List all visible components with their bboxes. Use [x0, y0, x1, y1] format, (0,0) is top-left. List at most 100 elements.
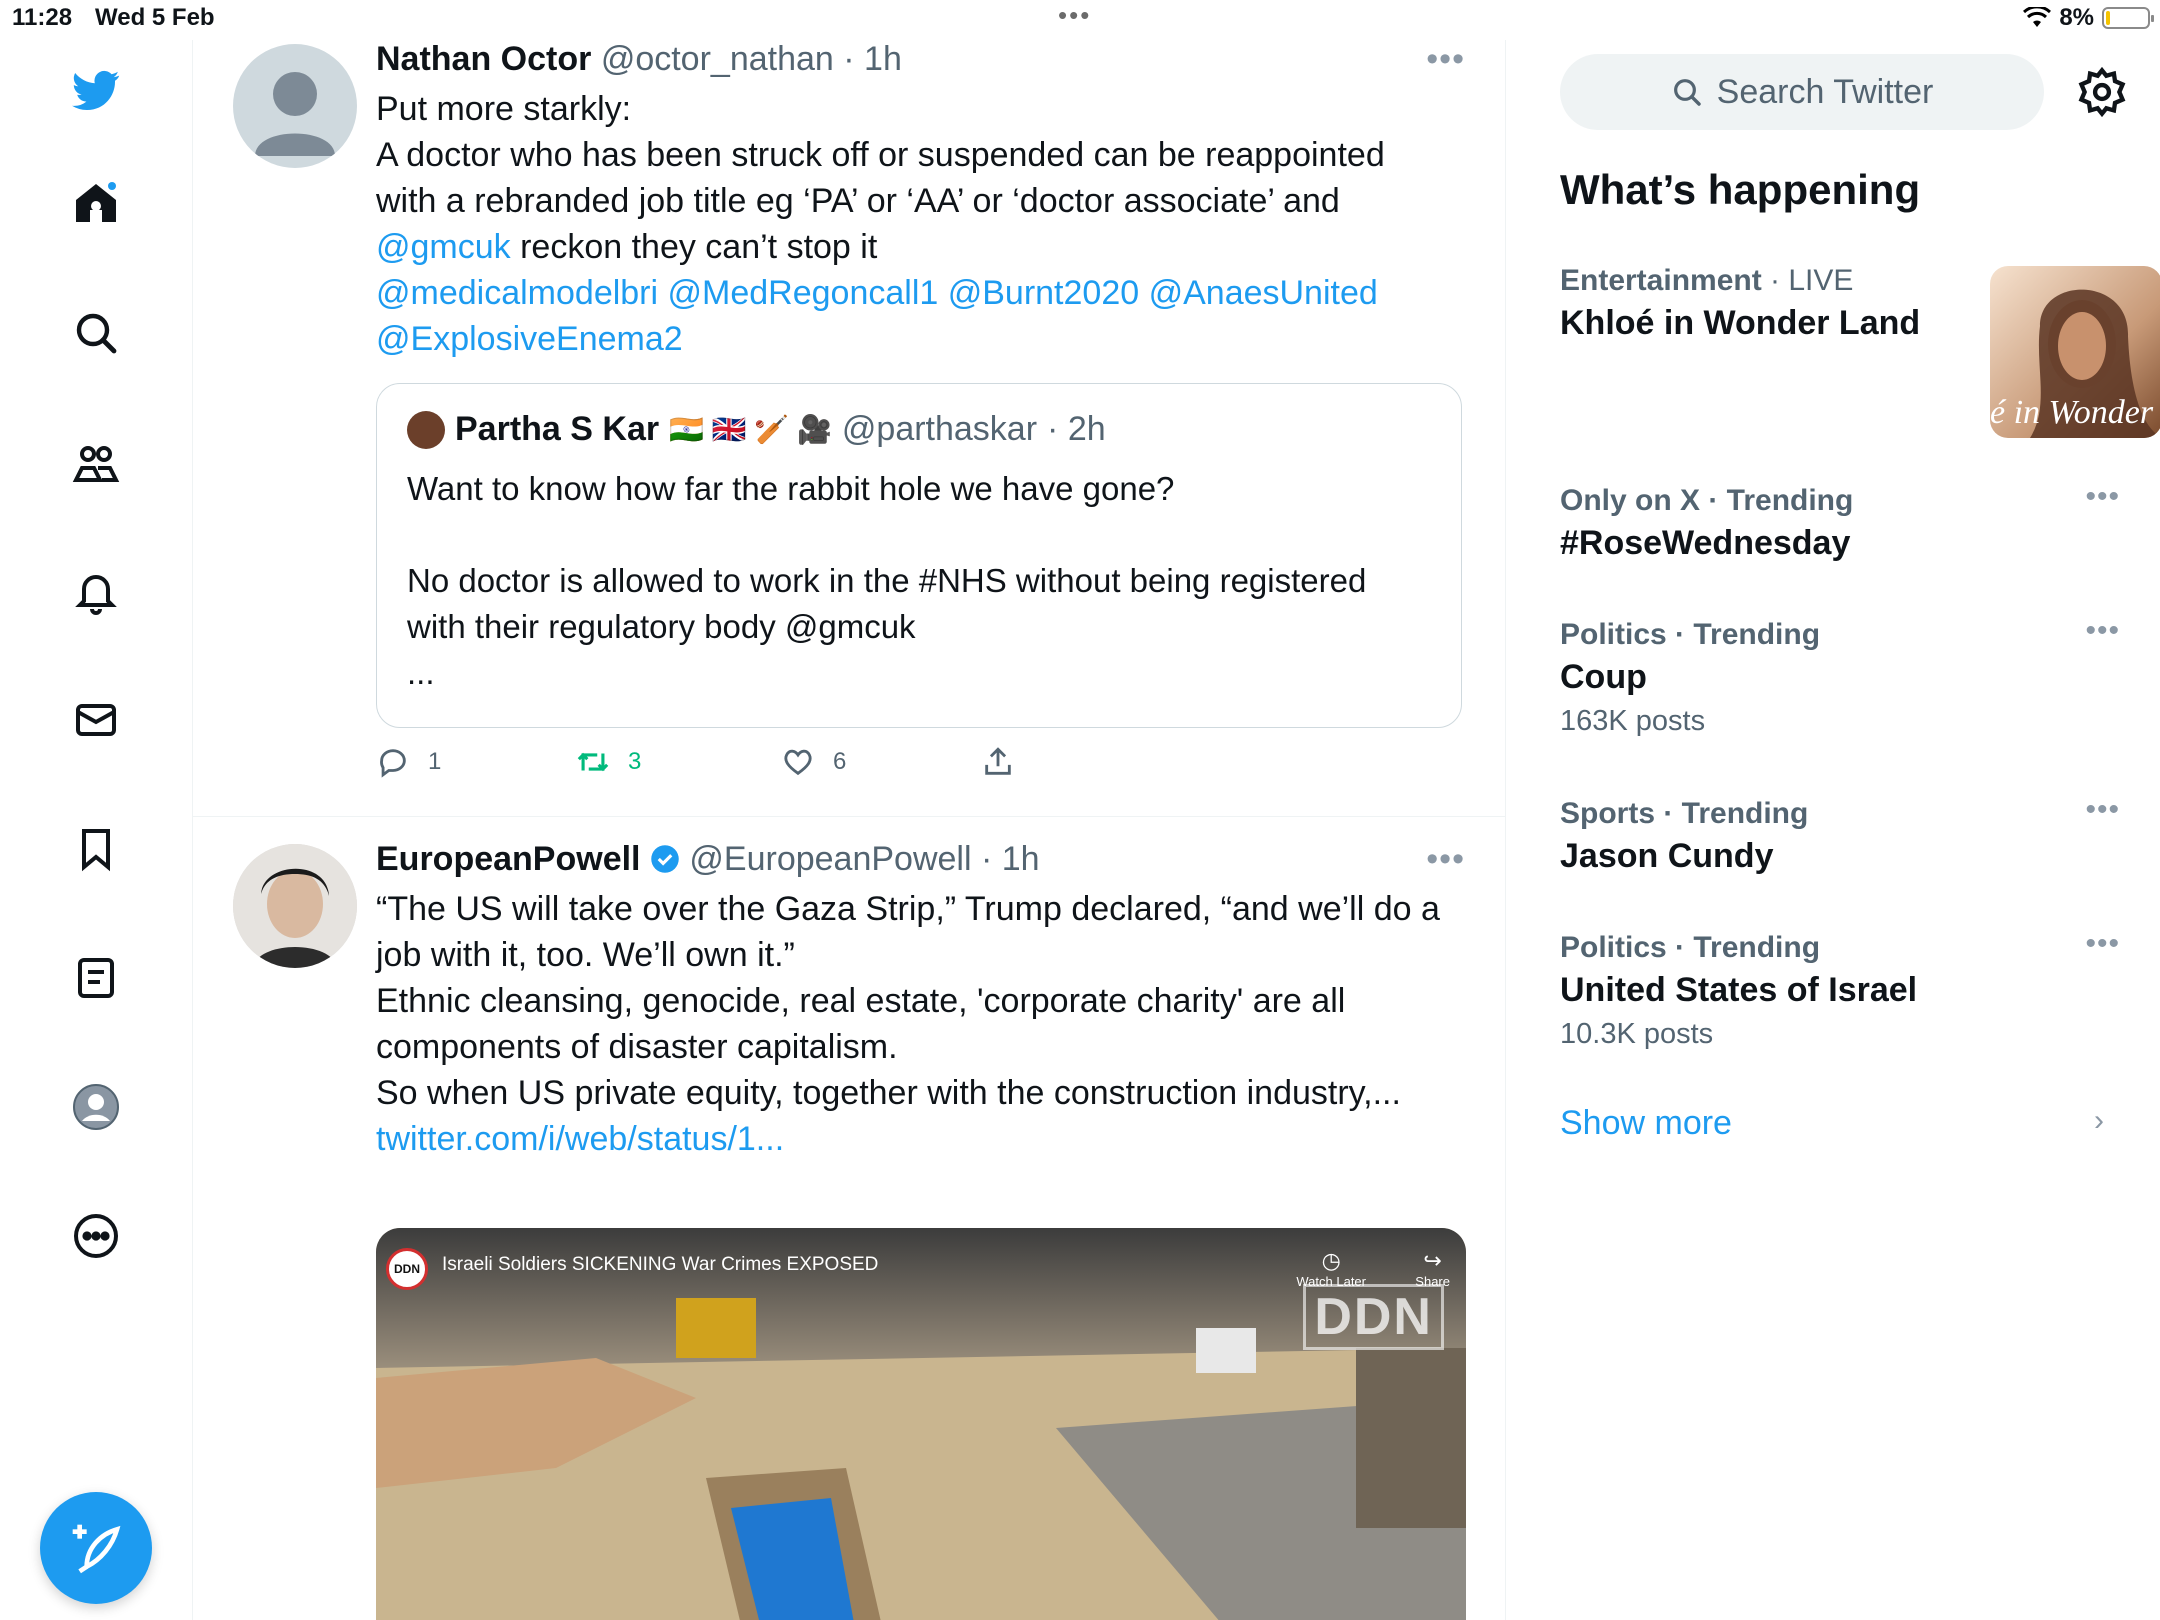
- quote-line: ...: [407, 654, 435, 691]
- tweet-actions: 1 3 6: [376, 745, 1015, 779]
- more-options-icon[interactable]: •••: [2085, 614, 2120, 648]
- status-date: Wed 5 Feb: [95, 4, 215, 31]
- more-options-icon[interactable]: •••: [1426, 840, 1465, 879]
- video-thumbnail[interactable]: DDN Israeli Soldiers SICKENING War Crime…: [376, 1228, 1466, 1620]
- more-options-icon[interactable]: •••: [2085, 927, 2120, 961]
- trend-category: Politics · Trending: [1560, 618, 1821, 651]
- status-right: 8%: [2023, 4, 2154, 32]
- author-handle[interactable]: @octor_nathan: [601, 40, 834, 78]
- share-arrow-icon: ↪: [1423, 1248, 1442, 1273]
- quote-text: Want to know how far the rabbit hole we …: [407, 466, 1437, 696]
- author-name[interactable]: EuropeanPowell: [376, 840, 641, 878]
- clock-icon: ◷: [1321, 1248, 1341, 1273]
- avatar[interactable]: [233, 44, 357, 168]
- lists-icon[interactable]: [56, 938, 136, 1018]
- trend-image-caption: é in Wonder L: [1990, 394, 2160, 431]
- trend-name: United States of Israel: [1560, 971, 1918, 1009]
- trend-category: Politics · Trending: [1560, 931, 1821, 964]
- mentions-line[interactable]: @medicalmodelbri @MedRegoncall1 @Burnt20…: [376, 270, 1466, 316]
- mention-link[interactable]: @gmcuk: [376, 228, 511, 266]
- wifi-icon: [2023, 7, 2052, 27]
- status-bar: 11:28 Wed 5 Feb ••• 8%: [0, 0, 2160, 40]
- quote-author-handle: @parthaskar: [841, 410, 1038, 448]
- trend-item[interactable]: Entertainment · LIVE Khloé in Wonder Lan…: [1560, 264, 2160, 438]
- trend-category: Only on X · Trending: [1560, 484, 1854, 517]
- tweet-line: components of disaster capitalism.: [376, 1028, 898, 1066]
- reply-count: 1: [428, 748, 442, 775]
- search-input[interactable]: Search Twitter: [1560, 54, 2044, 130]
- reply-icon: [380, 749, 406, 778]
- tweet-time[interactable]: · 1h: [843, 40, 902, 78]
- tweet-line: A doctor who has been struck off or susp…: [376, 136, 1385, 174]
- trend-category: Entertainment: [1560, 264, 1762, 297]
- timeline: Nathan Octor @octor_nathan · 1h ••• Put …: [193, 40, 1506, 1620]
- more-options-icon[interactable]: •••: [2085, 793, 2120, 827]
- search-icon[interactable]: [56, 293, 136, 373]
- author-name[interactable]: Nathan Octor: [376, 40, 591, 78]
- twitter-bird-icon[interactable]: [56, 50, 136, 130]
- trend-status: · LIVE: [1770, 264, 1854, 297]
- retweet-icon: [577, 752, 609, 772]
- more-options-icon[interactable]: •••: [1426, 40, 1465, 79]
- retweet-button[interactable]: 3: [576, 745, 781, 779]
- quote-header: Partha S Kar 🇮🇳 🇬🇧 🏏 🎥 @parthaskar · 2h: [407, 410, 1106, 449]
- share-button[interactable]: [981, 745, 1015, 779]
- trend-item[interactable]: Politics · Trending United States of Isr…: [1560, 927, 2120, 1051]
- show-more-link[interactable]: Show more: [1560, 1104, 1732, 1143]
- trend-item[interactable]: Only on X · Trending #RoseWednesday •••: [1560, 480, 2120, 563]
- like-count: 6: [833, 748, 847, 775]
- multitasking-dots-icon[interactable]: •••: [1058, 0, 1091, 31]
- tweet-line: Put more starkly:: [376, 90, 632, 128]
- trend-image: é in Wonder L: [1990, 266, 2160, 438]
- tweet-time[interactable]: · 1h: [981, 840, 1040, 878]
- heart-icon: [784, 749, 812, 776]
- chevron-right-icon[interactable]: ›: [2094, 1104, 2104, 1138]
- quote-time: · 2h: [1047, 410, 1106, 448]
- battery-percent: 8%: [2059, 4, 2094, 31]
- whats-happening-title: What’s happening: [1560, 166, 1921, 213]
- quote-author-emoji: 🇮🇳 🇬🇧 🏏 🎥: [669, 414, 832, 445]
- share-icon: [985, 747, 1011, 775]
- search-icon: [1673, 79, 1701, 106]
- tweet-line: @gmcuk reckon they can’t stop it: [376, 224, 1466, 270]
- left-nav: [0, 40, 193, 1620]
- tweet-link[interactable]: twitter.com/i/web/status/1...: [376, 1116, 1476, 1162]
- quote-line: Want to know how far the rabbit hole we …: [407, 470, 1175, 507]
- trend-count: 10.3K posts: [1560, 1018, 1714, 1050]
- gear-icon[interactable]: [2076, 66, 2128, 118]
- quote-line: with their regulatory body @gmcuk: [407, 608, 916, 645]
- bell-icon[interactable]: [56, 551, 136, 631]
- trend-name: #RoseWednesday: [1560, 524, 1851, 562]
- mail-icon[interactable]: [56, 680, 136, 760]
- tweet-text: Put more starkly: A doctor who has been …: [376, 86, 1466, 362]
- video-share-button[interactable]: ↪ Share: [1415, 1248, 1450, 1289]
- trend-item[interactable]: Politics · Trending Coup 163K posts •••: [1560, 614, 2120, 738]
- author-handle[interactable]: @EuropeanPowell: [689, 840, 971, 878]
- more-options-icon[interactable]: •••: [2085, 480, 2120, 514]
- mentions-line[interactable]: @ExplosiveEnema2: [376, 316, 1466, 362]
- watch-later-button[interactable]: ◷ Watch Later: [1296, 1248, 1366, 1289]
- tweet-header: Nathan Octor @octor_nathan · 1h: [376, 40, 902, 79]
- tweet-line: job with it, too. We’ll own it.”: [376, 936, 795, 974]
- battery-icon: [2102, 7, 2154, 29]
- quoted-tweet[interactable]: Partha S Kar 🇮🇳 🇬🇧 🏏 🎥 @parthaskar · 2h …: [376, 383, 1462, 728]
- compose-button[interactable]: [40, 1492, 152, 1604]
- communities-icon[interactable]: [56, 422, 136, 502]
- profile-icon[interactable]: [56, 1067, 136, 1147]
- quote-author-name: Partha S Kar: [455, 410, 660, 448]
- avatar[interactable]: [233, 844, 357, 968]
- home-icon[interactable]: [56, 164, 136, 244]
- reply-button[interactable]: 1: [376, 745, 576, 779]
- like-button[interactable]: 6: [781, 745, 981, 779]
- trend-name: Coup: [1560, 658, 1647, 696]
- tweet-text: “The US will take over the Gaza Strip,” …: [376, 886, 1476, 1162]
- channel-logo: DDN: [386, 1248, 428, 1290]
- search-placeholder: Search Twitter: [1716, 72, 1934, 111]
- more-icon[interactable]: [56, 1196, 136, 1276]
- bookmark-icon[interactable]: [56, 809, 136, 889]
- trend-item[interactable]: Sports · Trending Jason Cundy •••: [1560, 793, 2120, 876]
- status-time: 11:28: [12, 4, 73, 31]
- video-watermark: DDN: [1303, 1284, 1444, 1350]
- verified-badge-icon: [651, 845, 679, 873]
- tweet-line: “The US will take over the Gaza Strip,” …: [376, 890, 1440, 928]
